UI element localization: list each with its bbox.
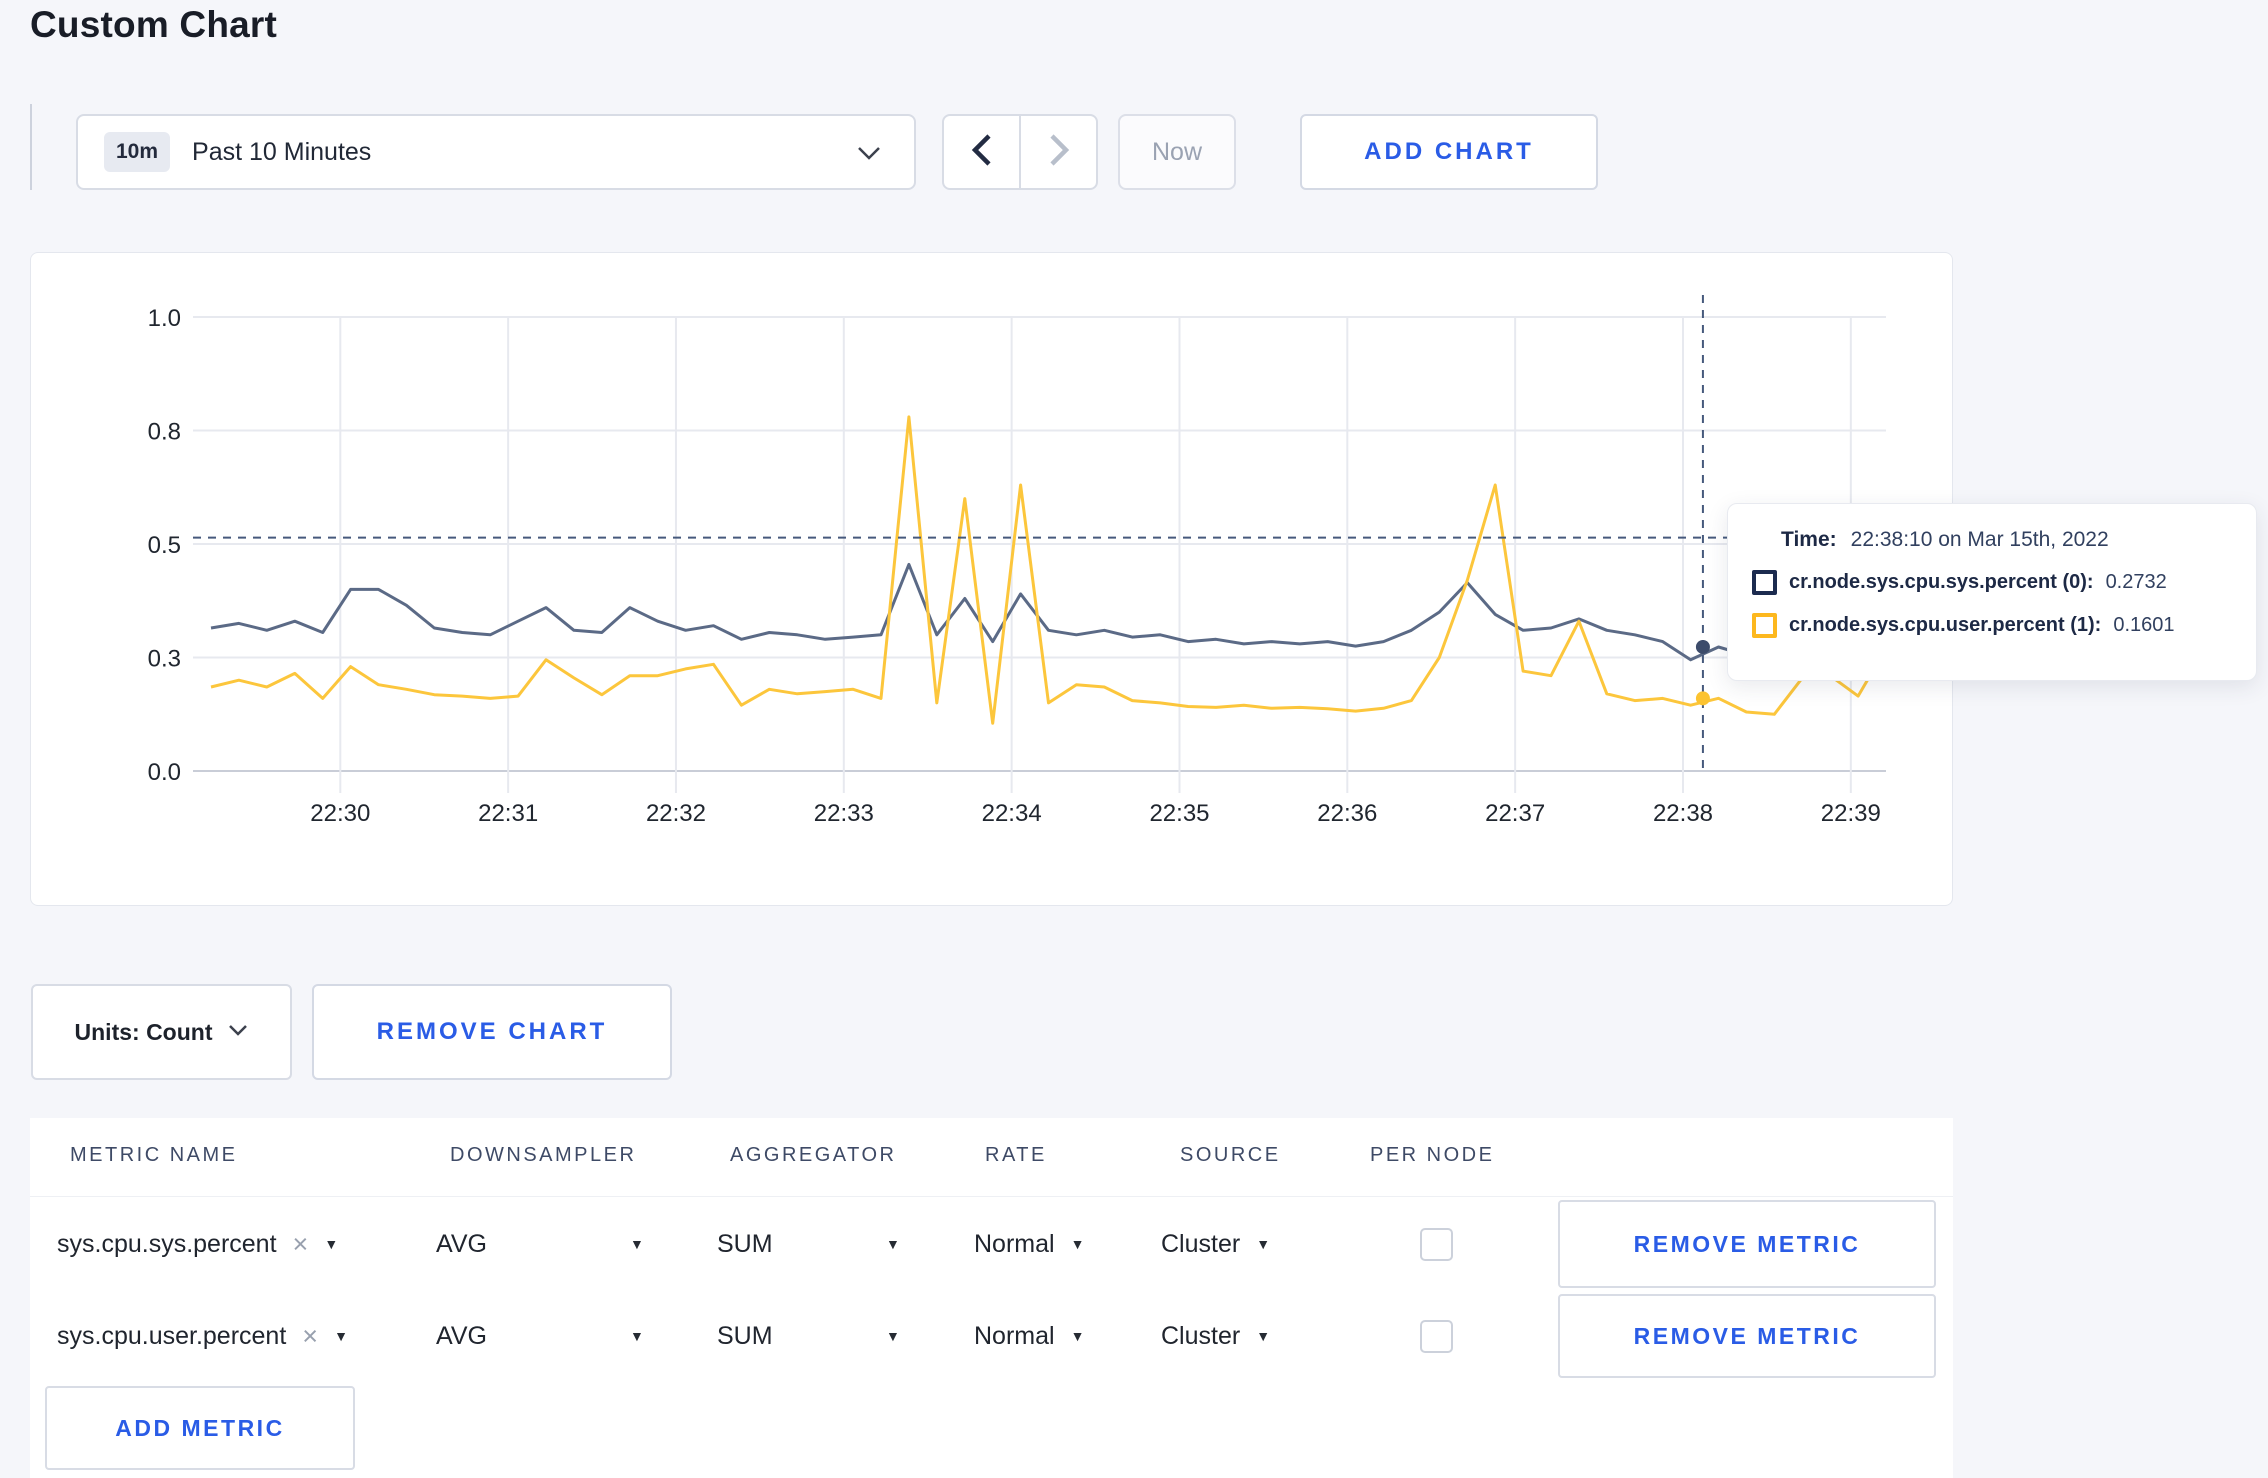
chevron-left-icon xyxy=(970,133,994,172)
metric-row: sys.cpu.sys.percent × ▼ AVG ▼ SUM ▼ Norm… xyxy=(30,1200,1953,1288)
caret-down-icon: ▼ xyxy=(334,1328,348,1344)
tooltip-series-row: cr.node.sys.cpu.user.percent (1): 0.1601 xyxy=(1752,613,2256,638)
column-header-source: SOURCE xyxy=(1180,1144,1281,1166)
svg-text:22:36: 22:36 xyxy=(1317,800,1377,827)
time-range-dropdown[interactable]: 10m Past 10 Minutes xyxy=(76,114,916,190)
per-node-cell xyxy=(1420,1200,1453,1288)
page-title: Custom Chart xyxy=(30,4,278,45)
chart-tooltip: Time: 22:38:10 on Mar 15th, 2022 cr.node.… xyxy=(1727,503,2257,681)
tooltip-time-label: Time: xyxy=(1781,528,1837,551)
tooltip-series-row: cr.node.sys.cpu.sys.percent (0): 0.2732 xyxy=(1752,570,2256,595)
rate-select[interactable]: Normal ▼ xyxy=(974,1294,1084,1378)
metric-name-select[interactable]: sys.cpu.user.percent × ▼ xyxy=(57,1294,348,1378)
svg-text:22:34: 22:34 xyxy=(982,800,1042,827)
metric-row: sys.cpu.user.percent × ▼ AVG ▼ SUM ▼ Nor… xyxy=(30,1294,1953,1378)
column-header-downsampler: DOWNSAMPLER xyxy=(450,1144,637,1166)
svg-text:22:37: 22:37 xyxy=(1485,800,1545,827)
svg-text:0.0: 0.0 xyxy=(148,759,181,786)
tooltip-series-value: 0.2732 xyxy=(2105,571,2167,593)
downsampler-select[interactable]: AVG xyxy=(436,1200,487,1288)
toolbar-left-divider xyxy=(30,104,32,190)
svg-text:22:30: 22:30 xyxy=(310,800,370,827)
rate-select[interactable]: Normal ▼ xyxy=(974,1200,1084,1288)
remove-chart-button[interactable]: REMOVE CHART xyxy=(312,984,672,1080)
next-time-button[interactable] xyxy=(1021,116,1096,188)
metric-name-select[interactable]: sys.cpu.sys.percent × ▼ xyxy=(57,1200,338,1288)
aggregator-select[interactable]: SUM xyxy=(717,1294,773,1378)
svg-text:22:38: 22:38 xyxy=(1653,800,1713,827)
svg-text:0.5: 0.5 xyxy=(148,532,181,559)
per-node-checkbox[interactable] xyxy=(1420,1319,1453,1353)
caret-down-icon: ▼ xyxy=(630,1236,644,1252)
metrics-table-header: METRIC NAME DOWNSAMPLER AGGREGATOR RATE … xyxy=(30,1118,1953,1197)
caret-down-icon: ▼ xyxy=(1070,1328,1085,1344)
source-select[interactable]: Cluster ▼ xyxy=(1161,1294,1270,1378)
svg-text:22:35: 22:35 xyxy=(1149,800,1209,827)
aggregator-select[interactable]: SUM xyxy=(717,1200,773,1288)
remove-metric-button[interactable]: REMOVE METRIC xyxy=(1558,1200,1936,1288)
caret-down-icon: ▼ xyxy=(630,1328,644,1344)
chevron-down-icon xyxy=(856,144,882,167)
time-range-badge: 10m xyxy=(104,132,171,172)
caret-down-icon: ▼ xyxy=(886,1236,900,1252)
caret-down-icon: ▼ xyxy=(1256,1236,1271,1252)
caret-down-icon: ▼ xyxy=(886,1328,900,1344)
column-header-aggregator: AGGREGATOR xyxy=(730,1144,897,1166)
svg-text:22:33: 22:33 xyxy=(814,800,874,827)
tooltip-series-value: 0.1601 xyxy=(2113,614,2175,636)
tooltip-series-name: cr.node.sys.cpu.user.percent (1): xyxy=(1789,614,2102,636)
remove-metric-button[interactable]: REMOVE METRIC xyxy=(1558,1294,1936,1378)
add-chart-button[interactable]: ADD CHART xyxy=(1300,114,1598,190)
metrics-table: METRIC NAME DOWNSAMPLER AGGREGATOR RATE … xyxy=(30,1118,1953,1478)
svg-text:22:32: 22:32 xyxy=(646,800,706,827)
time-range-label: Past 10 Minutes xyxy=(192,137,372,166)
time-nav-group xyxy=(942,114,1098,190)
custom-chart-page: Custom Chart 10m Past 10 Minutes Now ADD… xyxy=(0,0,2268,1478)
svg-text:22:39: 22:39 xyxy=(1821,800,1881,827)
tooltip-time-row: Time: 22:38:10 on Mar 15th, 2022 xyxy=(1781,528,2256,552)
timeseries-chart[interactable]: 0.0 0.3 0.5 0.8 1.0 22:30 22:31 22:32 22:33 22:34… xyxy=(31,253,1954,907)
per-node-cell xyxy=(1420,1294,1453,1378)
caret-down-icon: ▼ xyxy=(1256,1328,1271,1344)
downsampler-select[interactable]: AVG xyxy=(436,1294,487,1378)
caret-down-icon: ▼ xyxy=(1070,1236,1085,1252)
svg-text:1.0: 1.0 xyxy=(148,305,181,332)
source-select[interactable]: Cluster ▼ xyxy=(1161,1200,1270,1288)
caret-down-icon: ▼ xyxy=(324,1236,339,1252)
series-swatch-icon xyxy=(1752,570,1777,595)
chevron-right-icon xyxy=(1047,133,1071,172)
column-header-rate: RATE xyxy=(985,1144,1047,1166)
column-header-per-node: PER NODE xyxy=(1370,1144,1495,1166)
chevron-down-icon xyxy=(228,1023,248,1042)
now-button[interactable]: Now xyxy=(1118,114,1236,190)
column-header-metric-name: METRIC NAME xyxy=(70,1144,238,1166)
tooltip-time-value: 22:38:10 on Mar 15th, 2022 xyxy=(1850,528,2109,551)
units-dropdown[interactable]: Units: Count xyxy=(31,984,292,1080)
svg-text:0.8: 0.8 xyxy=(148,419,181,446)
prev-time-button[interactable] xyxy=(944,116,1021,188)
clear-icon[interactable]: × xyxy=(302,1321,318,1352)
clear-icon[interactable]: × xyxy=(293,1229,309,1260)
svg-text:0.3: 0.3 xyxy=(148,646,181,673)
per-node-checkbox[interactable] xyxy=(1420,1227,1453,1261)
svg-text:22:31: 22:31 xyxy=(478,800,538,827)
tooltip-series-name: cr.node.sys.cpu.sys.percent (0): xyxy=(1789,571,2094,593)
units-dropdown-label: Units: Count xyxy=(74,1018,213,1045)
series-swatch-icon xyxy=(1752,613,1777,638)
add-metric-button[interactable]: ADD METRIC xyxy=(45,1386,355,1470)
chart-card: 0.0 0.3 0.5 0.8 1.0 22:30 22:31 22:32 22:33 22:34… xyxy=(30,252,1953,906)
